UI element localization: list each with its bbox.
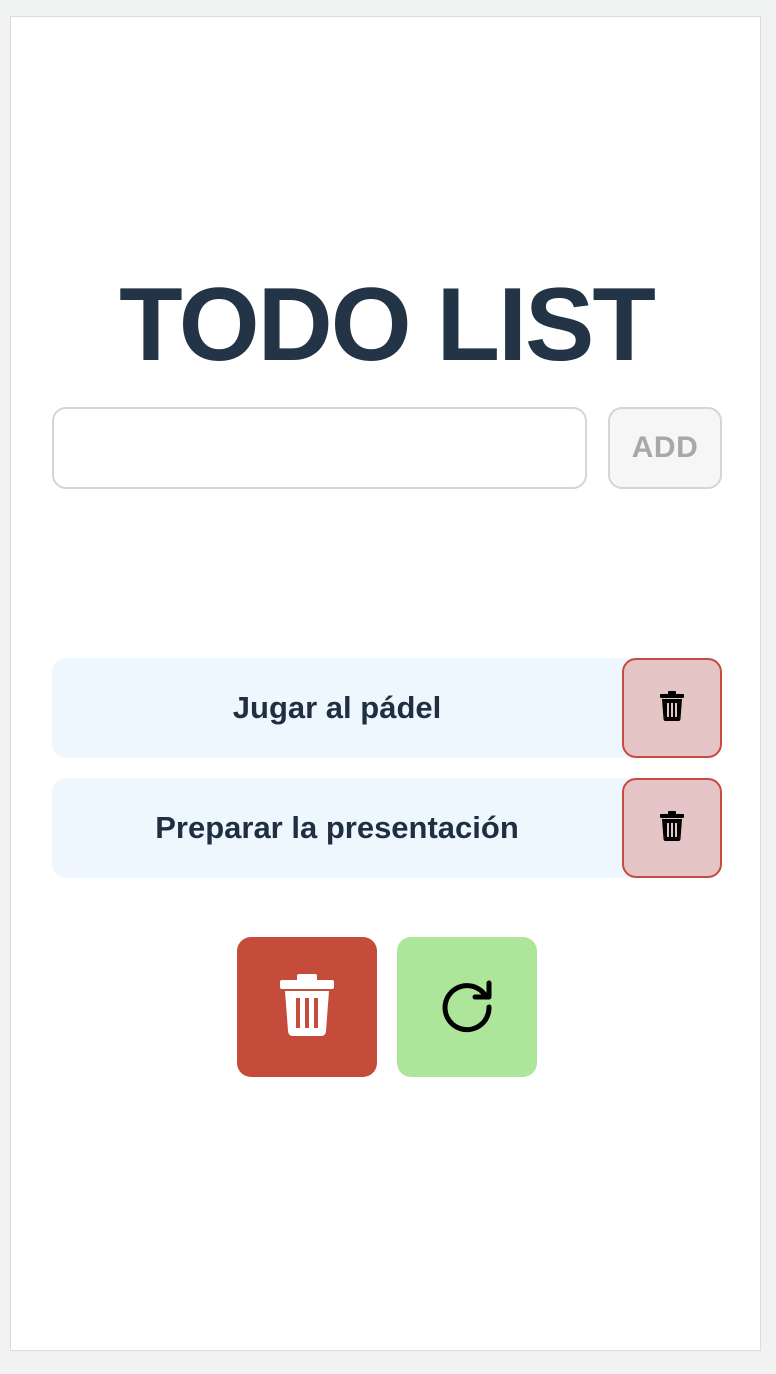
reset-button[interactable]: [397, 937, 537, 1077]
delete-item-button[interactable]: [622, 658, 722, 758]
clear-all-button[interactable]: [237, 937, 377, 1077]
list-item: Jugar al pádel: [52, 658, 722, 758]
trash-icon: [280, 973, 334, 1041]
list-item-label: Jugar al pádel: [232, 690, 442, 725]
add-button-label: ADD: [631, 431, 699, 464]
refresh-icon: [439, 977, 495, 1038]
delete-item-button[interactable]: [622, 778, 722, 878]
todo-card: TODO LIST ADD Jugar al pádel Preparar la…: [10, 16, 761, 1351]
trash-icon: [659, 690, 685, 726]
trash-icon: [659, 810, 685, 846]
add-button[interactable]: ADD: [608, 407, 722, 489]
list-item: Preparar la presentación: [52, 778, 722, 878]
todo-input[interactable]: [52, 407, 587, 489]
page-title: TODO LIST: [119, 267, 656, 383]
list-item-label: Preparar la presentación: [155, 810, 519, 845]
